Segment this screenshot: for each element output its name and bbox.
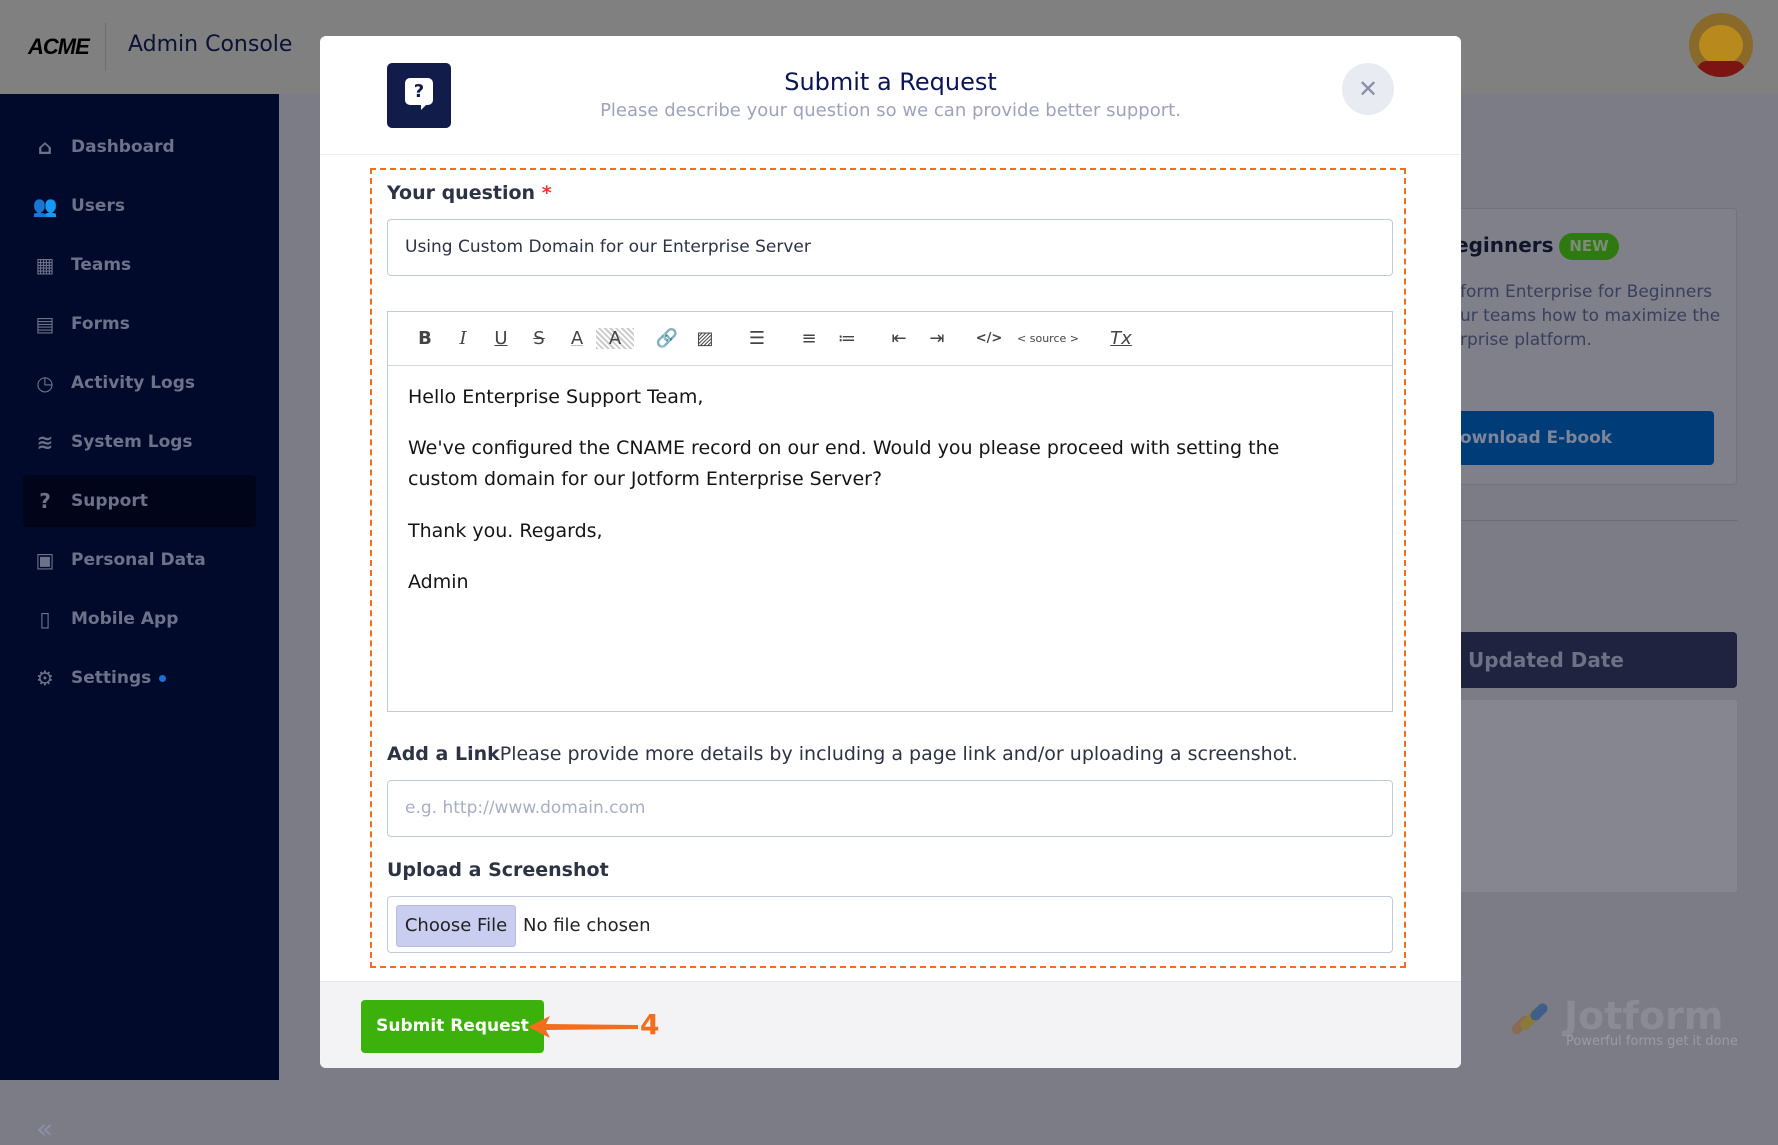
upload-label: Upload a Screenshot (387, 859, 609, 881)
support-icon: ? (39, 489, 51, 513)
modal-title: Submit a Request (784, 68, 997, 96)
sidebar-item-label: Teams (71, 255, 132, 275)
outdent-icon[interactable]: ⇤ (880, 328, 918, 349)
database-icon: ≋ (36, 430, 54, 454)
sidebar-item-forms[interactable]: ▤ Forms (23, 298, 256, 350)
notification-dot (159, 674, 167, 682)
sidebar-item-label: Mobile App (71, 609, 179, 629)
sidebar-item-activity-logs[interactable]: ◷ Activity Logs (23, 357, 256, 409)
modal-subtitle: Please describe your question so we can … (600, 100, 1181, 121)
new-badge: NEW (1559, 233, 1619, 260)
add-link-label: Add a LinkPlease provide more details by… (387, 743, 1298, 765)
teams-icon: ▦ (35, 253, 55, 277)
submit-request-button[interactable]: Submit Request (361, 1000, 544, 1053)
file-input[interactable]: Choose File No file chosen (387, 896, 1393, 953)
jotform-logo: Jotform Powerful forms get it done (1512, 994, 1742, 1054)
sidebar-item-label: Settings (71, 668, 152, 688)
editor-line: Thank you. Regards, (408, 520, 603, 542)
sidebar-item-support[interactable]: ? Support (23, 475, 256, 527)
ebook-desc-line: ur teams how to maximize the (1460, 306, 1721, 326)
sidebar-item-label: System Logs (71, 432, 193, 452)
mobile-icon: ▯ (39, 607, 51, 631)
gear-icon: ⚙ (36, 666, 54, 690)
home-icon: ⌂ (37, 135, 53, 159)
modal-footer: Submit Request (320, 981, 1461, 1068)
link-icon[interactable]: 🔗 (648, 328, 686, 349)
sidebar-item-dashboard[interactable]: ⌂ Dashboard (23, 121, 256, 173)
step-number: 4 (640, 1008, 660, 1041)
sidebar: « ⌂ Dashboard 👥 Users ▦ Teams ▤ Forms ◷ Activity … (0, 94, 279, 1145)
modal-header: ? Submit a Request Please describe your … (320, 36, 1461, 155)
choose-file-button[interactable]: Choose File (396, 905, 516, 947)
sidebar-item-personal-data[interactable]: ▣ Personal Data (23, 534, 256, 586)
submit-request-modal: ? Submit a Request Please describe your … (320, 36, 1461, 1068)
no-file-text: No file chosen (523, 915, 651, 936)
editor-line: custom domain for our Jotform Enterprise… (408, 468, 883, 490)
ebook-card-title: eginners (1455, 233, 1554, 257)
font-color-icon[interactable]: A (558, 328, 596, 349)
close-button[interactable]: ✕ (1342, 63, 1394, 115)
image-icon[interactable]: ▨ (686, 328, 724, 349)
sidebar-item-label: Users (71, 196, 125, 216)
clear-format-icon[interactable]: Tx (1102, 328, 1140, 349)
annotation-arrow-icon (528, 1016, 638, 1038)
jotform-name: Jotform (1564, 994, 1724, 1038)
strikethrough-icon[interactable]: S (520, 328, 558, 349)
code-icon[interactable]: </> (970, 331, 1008, 346)
bullet-list-icon[interactable]: ≔ (828, 328, 866, 349)
jotform-tagline: Powerful forms get it done (1566, 1034, 1738, 1049)
sidebar-item-users[interactable]: 👥 Users (23, 180, 256, 232)
bold-icon[interactable]: B (406, 328, 444, 349)
required-marker: * (541, 182, 552, 204)
editor-line: Hello Enterprise Support Team, (408, 386, 704, 408)
editor-line: We've configured the CNAME record on our… (408, 437, 1280, 459)
personal-data-icon: ▣ (35, 548, 55, 572)
sidebar-item-label: Support (71, 491, 148, 511)
avatar[interactable] (1689, 13, 1753, 77)
indent-icon[interactable]: ⇥ (918, 328, 956, 349)
app-title: Admin Console (128, 32, 293, 57)
sidebar-item-label: Forms (71, 314, 130, 334)
link-input[interactable]: e.g. http://www.domain.com (387, 780, 1393, 837)
italic-icon[interactable]: I (444, 328, 482, 349)
sidebar-item-teams[interactable]: ▦ Teams (23, 239, 256, 291)
sidebar-item-system-logs[interactable]: ≋ System Logs (23, 416, 256, 468)
sidebar-item-label: Dashboard (71, 137, 175, 157)
sidebar-item-mobile-app[interactable]: ▯ Mobile App (23, 593, 256, 645)
sidebar-item-settings[interactable]: ⚙ Settings (23, 652, 256, 704)
divider (105, 23, 106, 71)
sidebar-item-label: Personal Data (71, 550, 206, 570)
rich-text-editor[interactable]: B I U S A A 🔗 ▨ ☰ ≡ ≔ ⇤ ⇥ </> < source >… (387, 311, 1393, 712)
ebook-desc-line: form Enterprise for Beginners (1460, 282, 1713, 302)
ordered-list-icon[interactable]: ≡ (790, 328, 828, 349)
jotform-mark-icon (1512, 1003, 1548, 1035)
source-button[interactable]: < source > (1008, 332, 1088, 345)
editor-line: Admin (408, 571, 469, 593)
background-color-icon[interactable]: A (596, 328, 634, 349)
users-icon: 👥 (32, 194, 58, 218)
editor-toolbar: B I U S A A 🔗 ▨ ☰ ≡ ≔ ⇤ ⇥ </> < source >… (388, 312, 1392, 366)
acme-logo[interactable]: ACME (28, 34, 90, 60)
question-input[interactable]: Using Custom Domain for our Enterprise S… (387, 219, 1393, 276)
align-icon[interactable]: ☰ (738, 328, 776, 349)
collapse-sidebar-button[interactable]: « (36, 1112, 53, 1145)
forms-icon: ▤ (35, 312, 55, 336)
underline-icon[interactable]: U (482, 328, 520, 349)
add-link-help: Please provide more details by including… (499, 743, 1298, 765)
sidebar-item-label: Activity Logs (71, 373, 196, 393)
question-label: Your question * (387, 182, 552, 204)
ebook-desc-line: rprise platform. (1460, 330, 1592, 350)
clock-icon: ◷ (36, 371, 54, 395)
